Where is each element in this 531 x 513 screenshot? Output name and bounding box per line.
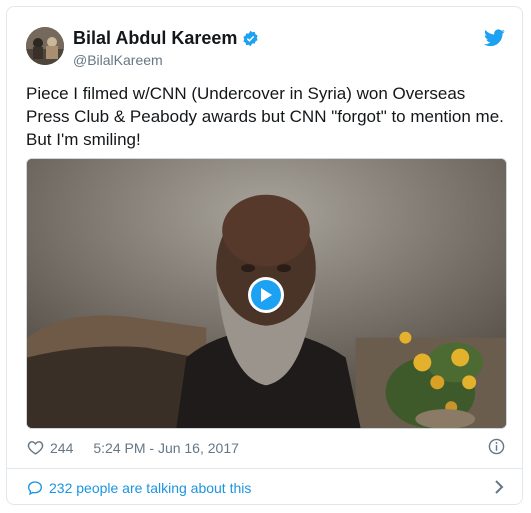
heart-icon[interactable] bbox=[27, 439, 44, 456]
tweet-text: Piece I filmed w/CNN (Undercover in Syri… bbox=[26, 84, 504, 149]
twitter-bird-icon[interactable] bbox=[484, 29, 505, 47]
author-row: Bilal Abdul Kareem bbox=[73, 28, 259, 49]
author-name[interactable]: Bilal Abdul Kareem bbox=[73, 28, 237, 49]
like-count: 244 bbox=[50, 439, 74, 456]
talking-text: 232 people are talking about this bbox=[49, 480, 252, 496]
talking-link[interactable]: 232 people are talking about this bbox=[27, 478, 504, 498]
info-icon[interactable] bbox=[488, 438, 505, 455]
author-handle[interactable]: @BilalKareem bbox=[73, 52, 163, 68]
meta-row: 244 5:24 PM - Jun 16, 2017 bbox=[27, 439, 239, 456]
play-button[interactable] bbox=[248, 277, 284, 313]
chat-bubble-icon bbox=[27, 481, 43, 496]
avatar[interactable] bbox=[26, 27, 64, 65]
verified-badge-icon bbox=[243, 30, 258, 47]
tweet-card: Bilal Abdul Kareem @BilalKareem Piece I … bbox=[6, 6, 523, 505]
play-icon bbox=[261, 288, 272, 302]
tweet-timestamp[interactable]: 5:24 PM - Jun 16, 2017 bbox=[93, 440, 239, 456]
chevron-right-icon bbox=[495, 480, 504, 494]
divider bbox=[7, 468, 522, 469]
video-thumbnail[interactable] bbox=[26, 158, 507, 429]
